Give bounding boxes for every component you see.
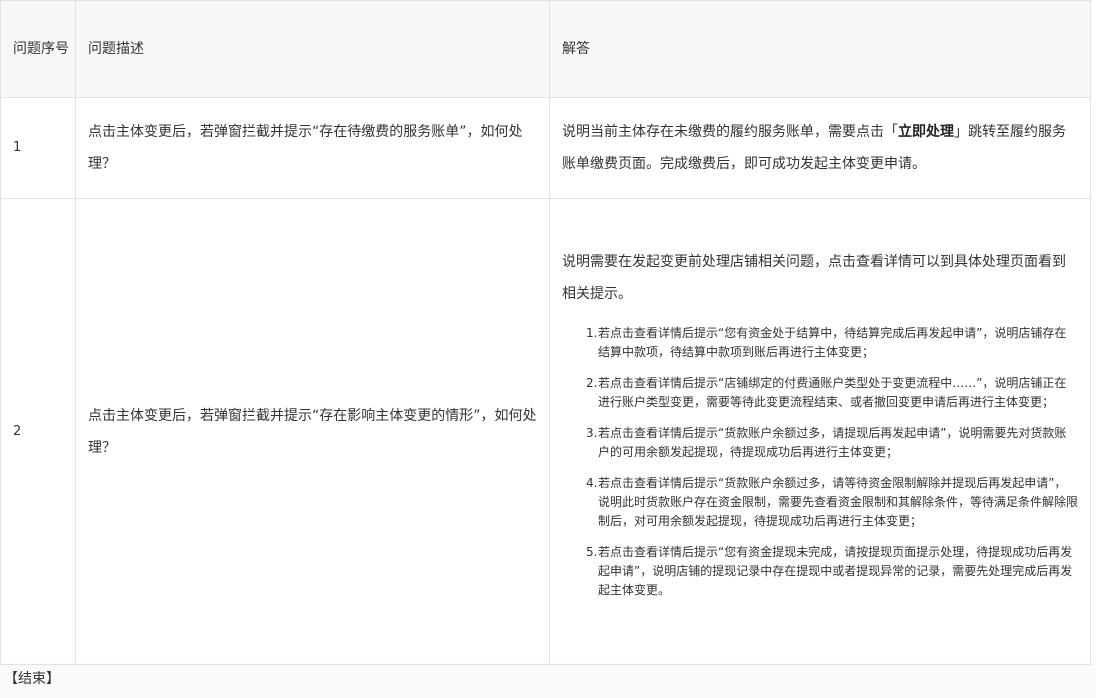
list-item-index: 4. — [586, 475, 598, 490]
header-cell-answer: 解答 — [549, 0, 1091, 98]
end-marker: 【结束】 — [4, 671, 60, 687]
row-no-cell: 2 — [0, 198, 76, 665]
table-row: 1 点击主体变更后，若弹窗拦截并提示“存在待缴费的服务账单”，如何处理？ 说明当… — [0, 97, 1091, 199]
question-text: 点击主体变更后，若弹窗拦截并提示“存在待缴费的服务账单”，如何处理？ — [88, 124, 523, 172]
answer-highlight: 立即处理 — [898, 124, 954, 140]
row-no-cell: 1 — [0, 97, 76, 199]
row-desc-cell: 点击主体变更后，若弹窗拦截并提示“存在影响主体变更的情形”，如何处理？ — [75, 198, 550, 665]
answer-intro: 说明需要在发起变更前处理店铺相关问题，点击查看详情可以到具体处理页面看到相关提示… — [562, 253, 1066, 302]
list-item-text: 若点击查看详情后提示“货款账户余额过多，请等待资金限制解除并提现后再发起申请”，… — [598, 475, 1079, 528]
table-row: 2 点击主体变更后，若弹窗拦截并提示“存在影响主体变更的情形”，如何处理？ 说明… — [0, 198, 1091, 665]
list-item: 5. 若点击查看详情后提示“您有资金提现未完成，请按提现页面提示处理，待提现成功后… — [586, 543, 1078, 600]
list-item-text: 若点击查看详情后提示“您有资金处于结算中，待结算完成后再发起申请”，说明店铺存在… — [598, 325, 1067, 359]
row-desc-cell: 点击主体变更后，若弹窗拦截并提示“存在待缴费的服务账单”，如何处理？ — [75, 97, 550, 199]
table-header-row: 问题序号 问题描述 解答 — [0, 0, 1091, 98]
answer-block: 说明需要在发起变更前处理店铺相关问题，点击查看详情可以到具体处理页面看到相关提示… — [550, 236, 1090, 628]
row-answer-cell: 说明需要在发起变更前处理店铺相关问题，点击查看详情可以到具体处理页面看到相关提示… — [549, 198, 1091, 665]
list-item-text: 若点击查看详情后提示“店铺绑定的付费通账户类型处于变更流程中……”，说明店铺正在… — [598, 375, 1067, 409]
list-item-text: 若点击查看详情后提示“货款账户余额过多，请提现后再发起申请”，说明需要先对货款账… — [598, 425, 1067, 459]
faq-table: 问题序号 问题描述 解答 1 点击主体变更后，若弹窗拦截并提示“存在待缴费的服务… — [0, 0, 1091, 665]
list-item: 3. 若点击查看详情后提示“货款账户余额过多，请提现后再发起申请”，说明需要先对货… — [586, 424, 1078, 462]
row-answer-cell: 说明当前主体存在未缴费的履约服务账单，需要点击「立即处理」跳转至履约服务账单缴费… — [549, 97, 1091, 199]
header-cell-desc: 问题描述 — [75, 0, 550, 98]
header-answer-label: 解答 — [562, 41, 590, 57]
row-number: 1 — [13, 140, 22, 155]
list-item: 2. 若点击查看详情后提示“店铺绑定的付费通账户类型处于变更流程中……”，说明店铺… — [586, 374, 1078, 412]
answer-text-pre: 说明当前主体存在未缴费的履约服务账单，需要点击「 — [562, 124, 898, 140]
list-item-index: 5. — [586, 544, 598, 559]
list-item-text: 若点击查看详情后提示“您有资金提现未完成，请按提现页面提示处理，待提现成功后再发… — [598, 544, 1073, 597]
answer-text: 说明当前主体存在未缴费的履约服务账单，需要点击「立即处理」跳转至履约服务账单缴费… — [550, 116, 1090, 180]
question-text: 点击主体变更后，若弹窗拦截并提示“存在影响主体变更的情形”，如何处理？ — [88, 407, 537, 456]
list-item-index: 1. — [586, 325, 598, 340]
header-desc-label: 问题描述 — [88, 41, 144, 57]
list-item-index: 3. — [586, 425, 598, 440]
answer-sub-list: 1. 若点击查看详情后提示“您有资金处于结算中，待结算完成后再发起申请”，说明店铺… — [562, 324, 1078, 600]
header-cell-no: 问题序号 — [0, 0, 76, 98]
header-no-label: 问题序号 — [13, 41, 69, 57]
list-item: 1. 若点击查看详情后提示“您有资金处于结算中，待结算完成后再发起申请”，说明店铺… — [586, 324, 1078, 362]
list-item: 4. 若点击查看详情后提示“货款账户余额过多，请等待资金限制解除并提现后再发起申请… — [586, 474, 1078, 531]
list-item-index: 2. — [586, 375, 598, 390]
row-number: 2 — [13, 423, 22, 439]
footer-band — [0, 663, 1096, 698]
